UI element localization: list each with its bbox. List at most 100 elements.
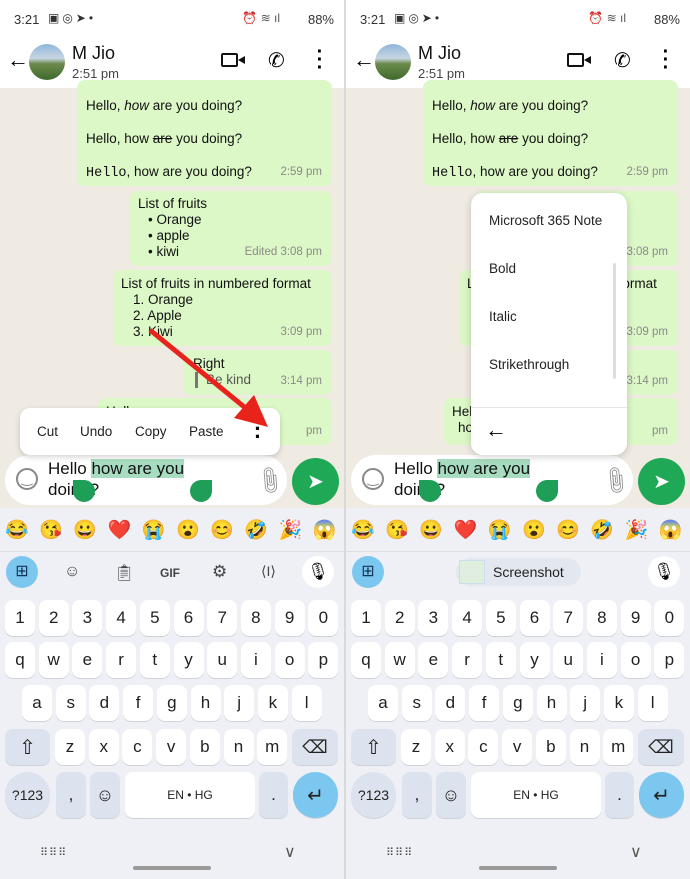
key-a[interactable]: a [22,685,52,721]
key-2[interactable]: 2 [38,600,69,636]
key-y[interactable]: y [173,642,204,678]
key-4[interactable]: 4 [106,600,137,636]
emoji-suggestion[interactable]: 😮 [176,518,200,542]
home-gesture-bar[interactable] [479,866,557,870]
key-r[interactable]: r [452,642,483,678]
microphone-icon[interactable]: 🎙︎ [648,556,680,588]
key-1[interactable]: 1 [351,600,381,636]
key-g[interactable]: g [502,685,533,721]
emoji-suggestion[interactable]: 😂 [5,518,29,542]
more-options-icon[interactable]: · · · [254,410,262,448]
key-o[interactable]: o [274,642,305,678]
key-w[interactable]: w [38,642,69,678]
comma-key[interactable]: , [56,772,86,818]
key-k[interactable]: k [257,685,288,721]
emoji-suggestion[interactable]: ❤️ [108,518,132,542]
microphone-icon[interactable]: 🎙︎ [302,556,334,588]
emoji-suggestion[interactable]: 😮 [522,518,546,542]
key-g[interactable]: g [156,685,187,721]
selection-handle-end[interactable] [190,480,212,502]
enter-key[interactable]: ↵ [639,772,684,818]
key-b[interactable]: b [189,729,220,765]
emoji-suggestion[interactable]: 🎉 [279,518,303,542]
hide-keyboard-chevron-icon[interactable]: ∨ [284,842,296,862]
home-gesture-bar[interactable] [133,866,211,870]
key-f[interactable]: f [123,685,154,721]
menu-undo[interactable]: Undo [80,424,112,439]
key-5[interactable]: 5 [485,600,516,636]
space-key[interactable]: EN • HG [125,772,255,818]
apps-grid-icon[interactable]: ⊞ [6,556,38,588]
more-options-icon[interactable]: · · · [662,42,670,78]
key-e[interactable]: e [418,642,449,678]
clipboard-icon[interactable]: 📋︎ [114,563,134,583]
selection-handle-start[interactable] [419,480,441,502]
key-7[interactable]: 7 [553,600,584,636]
key-u[interactable]: u [207,642,238,678]
emoji-suggestion[interactable]: 😊 [210,518,234,542]
key-9[interactable]: 9 [620,600,651,636]
menu-item-strikethrough[interactable]: Strikethrough [489,357,569,372]
key-e[interactable]: e [72,642,103,678]
key-0[interactable]: 0 [654,600,685,636]
emoji-suggestion[interactable]: 😭 [142,518,166,542]
comma-key[interactable]: , [402,772,432,818]
key-o[interactable]: o [620,642,651,678]
menu-item-bold[interactable]: Bold [489,261,516,276]
key-i[interactable]: i [240,642,271,678]
key-m[interactable]: m [257,729,288,765]
emoji-suggestion[interactable]: 😊 [556,518,580,542]
space-key[interactable]: EN • HG [471,772,601,818]
key-x[interactable]: x [434,729,465,765]
message-input[interactable]: ‿Hello how are youdoing?📎︎ [5,455,287,505]
backspace-key[interactable]: ⌫ [292,729,338,765]
contact-avatar[interactable] [375,44,411,80]
send-button[interactable]: ➤ [292,458,339,505]
key-s[interactable]: s [401,685,432,721]
send-button[interactable]: ➤ [638,458,685,505]
key-v[interactable]: v [156,729,187,765]
key-n[interactable]: n [223,729,254,765]
key-d[interactable]: d [89,685,120,721]
key-7[interactable]: 7 [207,600,238,636]
back-arrow-icon[interactable]: ← [7,47,29,73]
contact-avatar[interactable] [29,44,65,80]
key-8[interactable]: 8 [586,600,617,636]
key-2[interactable]: 2 [384,600,415,636]
key-y[interactable]: y [519,642,550,678]
emoji-suggestion[interactable]: 😘 [39,518,63,542]
key-a[interactable]: a [368,685,398,721]
emoji-suggestion[interactable]: 😘 [385,518,409,542]
more-options-icon[interactable]: · · · [316,42,324,78]
voice-call-icon[interactable]: ✆ [614,48,631,73]
sticker-icon[interactable]: ☺ [64,563,80,581]
selection-handle-end[interactable] [536,480,558,502]
key-6[interactable]: 6 [519,600,550,636]
back-arrow-icon[interactable]: ← [485,417,507,443]
enter-key[interactable]: ↵ [293,772,338,818]
shift-key[interactable]: ⇧ [5,729,50,765]
key-3[interactable]: 3 [418,600,449,636]
key-q[interactable]: q [5,642,35,678]
key-i[interactable]: i [586,642,617,678]
period-key[interactable]: . [259,772,288,818]
key-x[interactable]: x [88,729,119,765]
emoji-suggestion[interactable]: 😱 [313,518,337,542]
key-f[interactable]: f [469,685,500,721]
key-3[interactable]: 3 [72,600,103,636]
emoji-suggestion[interactable]: 🤣 [244,518,268,542]
hide-keyboard-chevron-icon[interactable]: ∨ [630,842,642,862]
video-call-icon[interactable] [221,53,245,67]
key-t[interactable]: t [139,642,170,678]
screenshot-suggestion-chip[interactable]: Screenshot [456,558,581,586]
key-l[interactable]: l [291,685,322,721]
cursor-control-icon[interactable]: ⟨I⟩ [261,563,276,580]
selection-handle-start[interactable] [73,480,95,502]
emoji-suggestion[interactable]: 🎉 [625,518,649,542]
symbols-key[interactable]: ?123 [5,772,50,818]
key-4[interactable]: 4 [452,600,483,636]
emoji-key[interactable]: ☺ [436,772,466,818]
shift-key[interactable]: ⇧ [351,729,396,765]
contact-name[interactable]: M Jio [72,43,115,64]
menu-item-microsoft-365-note[interactable]: Microsoft 365 Note [489,213,602,228]
